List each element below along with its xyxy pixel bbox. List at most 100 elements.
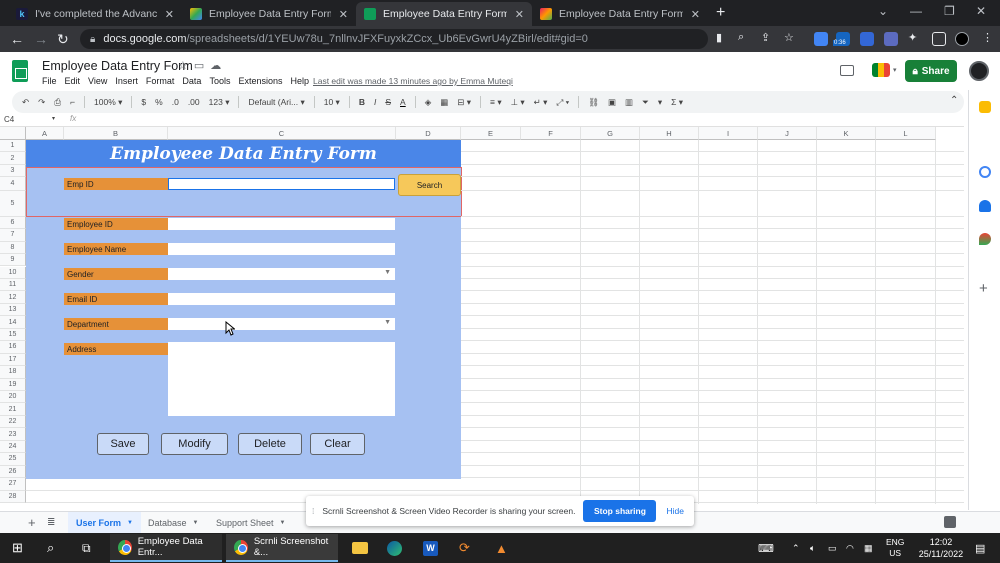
comment-icon[interactable]: ▣ (608, 97, 616, 108)
row-header-28[interactable]: 28 (0, 490, 26, 504)
vlc-icon[interactable]: ▲ (495, 533, 508, 563)
all-sheets-icon[interactable]: ≣ (47, 517, 55, 528)
more-formats-button[interactable]: 123 ▾ (209, 97, 230, 108)
clear-button[interactable]: Clear (310, 433, 365, 455)
row-header-5[interactable]: 5 (0, 191, 26, 217)
merge-cells-icon[interactable]: ⊟ ▾ (457, 97, 471, 108)
close-icon[interactable]: ✕ (691, 8, 700, 21)
row-header-16[interactable]: 16 (0, 341, 26, 354)
employee-name-input[interactable] (168, 243, 395, 255)
strikethrough-icon[interactable]: S (385, 97, 391, 107)
new-tab-button[interactable]: + (716, 4, 725, 22)
name-box[interactable]: C4 (4, 115, 14, 124)
row-header-17[interactable]: 17 (0, 353, 26, 367)
row-header-12[interactable]: 12 (0, 291, 26, 304)
decrease-decimal-button[interactable]: .0 (172, 97, 179, 107)
browser-tab-2[interactable]: Employee Data Entry Form - Goo ✕ (182, 2, 356, 26)
column-header-g[interactable]: G (581, 127, 640, 140)
window-close-icon[interactable]: ✕ (976, 4, 986, 18)
taskbar-app-chrome-1[interactable]: Employee Data Entr... (110, 534, 222, 562)
restore-icon[interactable]: ❐ (944, 4, 955, 18)
borders-icon[interactable]: ▦ (440, 97, 448, 108)
search-button[interactable]: Search (398, 174, 461, 196)
functions-icon[interactable]: Σ ▾ (671, 97, 683, 108)
row-header-6[interactable]: 6 (0, 216, 26, 230)
docs-extension-icon[interactable] (814, 32, 828, 46)
share-page-icon[interactable]: ⇪ (761, 31, 770, 44)
row-header-20[interactable]: 20 (0, 391, 26, 404)
account-avatar[interactable] (969, 61, 989, 81)
column-header-c[interactable]: C (168, 127, 396, 140)
camera-icon[interactable]: ▮ (716, 31, 722, 44)
sync-app-icon[interactable]: ⟳ (459, 533, 470, 563)
battery-icon[interactable]: ▭ (828, 533, 837, 563)
column-header-j[interactable]: J (758, 127, 817, 140)
calendar-icon[interactable] (979, 101, 991, 113)
chart-icon[interactable]: ▥ (625, 97, 633, 108)
paint-format-icon[interactable]: ⌐ (70, 97, 75, 107)
undo-icon[interactable]: ↶ (22, 97, 29, 108)
horizontal-align-icon[interactable]: ≡ ▾ (490, 97, 502, 108)
profile-avatar[interactable] (955, 32, 969, 46)
email-id-input[interactable] (168, 293, 395, 305)
volume-icon[interactable]: 🔈︎ (810, 533, 815, 563)
last-edit-link[interactable]: Last edit was made 13 minutes ago by Emm… (313, 76, 513, 86)
row-header-15[interactable]: 15 (0, 328, 26, 342)
stop-sharing-button[interactable]: Stop sharing (583, 500, 657, 522)
save-button[interactable]: Save (97, 433, 149, 455)
tasks-icon[interactable] (979, 166, 991, 178)
meet-icon[interactable] (872, 63, 890, 77)
notification-icon[interactable]: ▤ (975, 533, 985, 563)
forward-arrow-icon[interactable]: → (34, 31, 48, 47)
file-explorer-icon[interactable] (352, 542, 368, 554)
italic-icon[interactable]: I (374, 97, 376, 107)
emp-id-input[interactable] (168, 178, 395, 190)
chevron-down-icon[interactable]: ▼ (280, 520, 286, 526)
reload-icon[interactable]: ↻ (57, 31, 69, 48)
hide-button[interactable]: Hide (666, 506, 683, 516)
add-sheet-icon[interactable]: + (28, 515, 36, 530)
task-view-icon[interactable]: ⧉ (82, 533, 91, 563)
address-bar[interactable]: 🔒︎ docs.google.com /spreadsheets/d/1YEUw… (80, 29, 708, 49)
cloud-status-icon[interactable]: ☁︎ (210, 60, 227, 72)
column-header-i[interactable]: I (699, 127, 758, 140)
windows-start-icon[interactable]: ⊞ (12, 533, 23, 563)
employee-id-input[interactable] (168, 218, 395, 230)
keyboard-icon[interactable]: ⌨ (758, 533, 774, 563)
department-dropdown[interactable]: ▼ (168, 318, 395, 330)
row-header-4[interactable]: 4 (0, 177, 26, 192)
menu-insert[interactable]: Insert (115, 76, 138, 86)
menu-help[interactable]: Help (290, 76, 309, 86)
kebab-menu-icon[interactable]: ⋮ (982, 31, 993, 44)
sheets-logo-icon[interactable] (12, 60, 28, 82)
chevron-down-icon[interactable]: ▾ (893, 66, 897, 74)
menu-edit[interactable]: Edit (65, 76, 81, 86)
text-color-icon[interactable]: A (400, 97, 406, 107)
menu-format[interactable]: Format (146, 76, 175, 86)
row-header-22[interactable]: 22 (0, 415, 26, 429)
column-header-f[interactable]: F (521, 127, 581, 140)
menu-file[interactable]: File (42, 76, 57, 86)
chevron-down-icon[interactable]: ▾ (52, 115, 55, 122)
close-icon[interactable]: ✕ (165, 8, 174, 21)
select-all-corner[interactable] (0, 127, 26, 140)
document-title[interactable]: Employee Data Entry Form (42, 59, 193, 73)
share-button[interactable]: 🔒︎ Share (905, 60, 957, 82)
taskbar-app-chrome-2[interactable]: Scrnli Screenshot &... (226, 534, 338, 562)
bold-icon[interactable]: B (359, 97, 365, 107)
filter-views-icon[interactable]: ▾ (658, 97, 662, 108)
address-textarea[interactable] (168, 342, 395, 416)
tab-database[interactable]: Database ▼ (140, 512, 206, 533)
row-header-18[interactable]: 18 (0, 366, 26, 379)
redo-icon[interactable]: ↷ (38, 97, 45, 108)
drag-handle-icon[interactable]: ⁞ (312, 506, 314, 516)
row-header-10[interactable]: 10 (0, 266, 26, 279)
extension-icon[interactable] (884, 32, 898, 46)
tab-support-sheet[interactable]: Support Sheet ▼ (208, 512, 294, 533)
wifi-icon[interactable]: ◠ (846, 533, 854, 563)
row-header-13[interactable]: 13 (0, 303, 26, 317)
row-header-1[interactable]: 1 (0, 140, 26, 153)
filter-icon[interactable]: ⏷ (642, 97, 649, 108)
percent-button[interactable]: % (155, 97, 163, 107)
row-header-9[interactable]: 9 (0, 254, 26, 267)
